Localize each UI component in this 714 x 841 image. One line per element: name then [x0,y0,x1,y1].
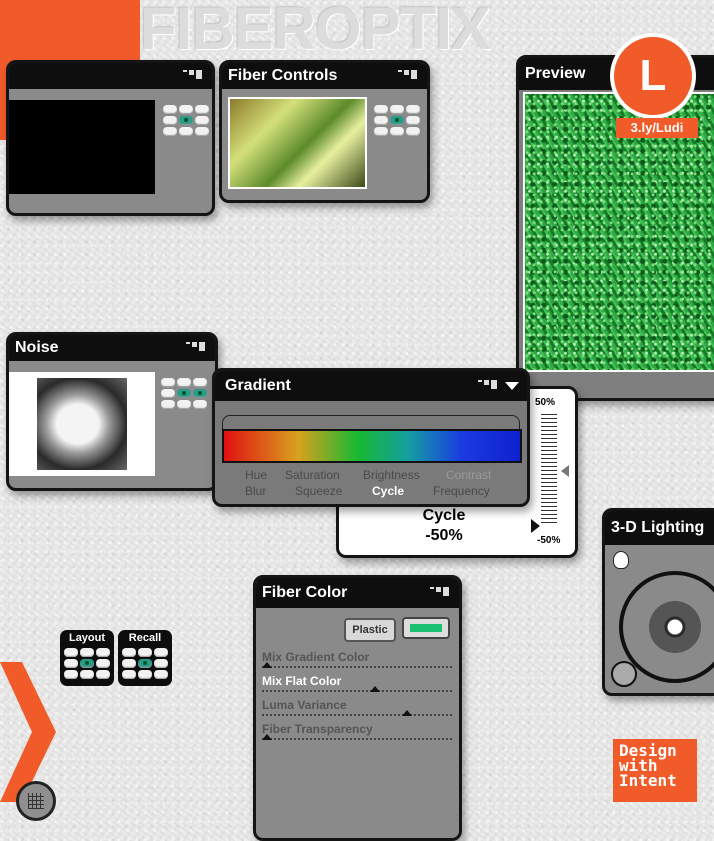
panel-header: Fiber Controls [222,63,427,89]
panel-title: Noise [15,339,59,356]
lighting-orb-icon[interactable] [649,601,701,653]
mode-button-grid[interactable] [374,105,420,136]
slider-track[interactable] [262,714,452,716]
panel-fiber-controls[interactable]: Fiber Controls [219,60,430,203]
window-controls-icon[interactable] [478,380,497,389]
recall-label: Recall [128,632,162,644]
scale-top-label: 50% [535,397,556,408]
window-controls-icon[interactable] [186,342,205,351]
panel-header: 3-D Lighting [605,511,714,545]
scale-pointer-icon[interactable] [531,519,540,533]
scale-bottom-label: -50% [537,535,561,546]
panel-header [9,63,212,89]
color-swatch-button[interactable] [402,617,450,639]
tab-frequency[interactable]: Frequency [433,484,490,498]
tab-hue[interactable]: Hue [245,468,267,482]
panel-noise[interactable]: Noise [6,332,218,491]
light-bulb-icon[interactable] [613,551,629,569]
tab-cycle[interactable]: Cycle [372,484,404,498]
panel-3d-lighting[interactable]: 3-D Lighting [602,508,714,696]
slider-track[interactable] [262,738,452,740]
panel-header: Gradient [215,371,527,401]
recall-buttons[interactable] [122,648,168,679]
tab-squeeze[interactable]: Squeeze [295,484,342,498]
gradient-bar[interactable] [222,429,522,463]
layout-label: Layout [68,632,106,644]
panel-gradient[interactable]: Gradient Hue Saturation Brightness Contr… [212,368,530,507]
tab-blur[interactable]: Blur [245,484,266,498]
window-controls-icon[interactable] [183,70,202,79]
panel-title: Fiber Color [262,584,348,601]
slider-row[interactable]: Fiber Transparency [262,722,452,740]
window-controls-icon[interactable] [398,70,417,79]
design-with-intent-badge: Design with Intent [613,739,697,802]
panel-title: Fiber Controls [228,67,338,84]
layout-buttons[interactable] [64,648,110,679]
cycle-value: -50% [425,527,463,544]
slider-knob-icon[interactable] [262,662,272,668]
cycle-label: Cycle [422,507,466,524]
noise-thumbnail [9,372,155,476]
plastic-button[interactable]: Plastic [344,618,396,642]
slider-row[interactable]: Mix Flat Color [262,674,452,692]
panel-thumbnail [9,100,155,194]
slider-label: Mix Flat Color [262,674,342,688]
slider-track[interactable] [262,690,452,692]
panel-fiber-color[interactable]: Fiber Color Plastic Mix Gradient Color Mi… [253,575,462,841]
slider-track[interactable] [262,666,452,668]
grid-icon [28,793,44,809]
panel-header: Noise [9,335,215,361]
grid-menu-button[interactable] [16,781,56,821]
panel-top-left[interactable] [6,60,215,216]
layout-keypad[interactable]: Layout [60,630,114,686]
panel-title: 3-D Lighting [611,519,705,536]
fiber-thumbnail [228,97,367,189]
window-controls-icon[interactable] [430,587,449,596]
collapse-arrow-icon[interactable] [505,382,519,390]
channel-url: 3.ly/Ludi [616,118,698,138]
scale-marker-icon[interactable] [561,465,569,477]
channel-logo-badge: L [610,33,696,119]
slider-row[interactable]: Mix Gradient Color [262,650,452,668]
app-logo: FIBEROPTIX [140,0,491,62]
gradient-handle-track[interactable] [222,415,520,430]
mode-button-grid[interactable] [161,378,207,409]
slider-knob-icon[interactable] [370,686,380,692]
slider-knob-icon[interactable] [402,710,413,716]
slider-knob-icon[interactable] [262,734,272,740]
mode-button-grid[interactable] [163,105,209,136]
panel-title: Gradient [225,377,291,394]
reset-ring-icon[interactable] [611,661,637,687]
slider-label: Fiber Transparency [262,722,373,736]
tab-contrast[interactable]: Contrast [446,468,491,482]
vertical-scale[interactable] [541,414,557,526]
recall-keypad[interactable]: Recall [118,630,172,686]
slider-row[interactable]: Luma Variance [262,698,452,716]
panel-title: Preview [525,65,586,82]
tab-brightness[interactable]: Brightness [363,468,420,482]
panel-header: Fiber Color [256,578,459,608]
slider-label: Mix Gradient Color [262,650,370,664]
panel-preview[interactable]: Preview [516,55,714,401]
slider-label: Luma Variance [262,698,347,712]
tab-saturation[interactable]: Saturation [285,468,340,482]
intent-line-3: Intent [619,771,677,790]
